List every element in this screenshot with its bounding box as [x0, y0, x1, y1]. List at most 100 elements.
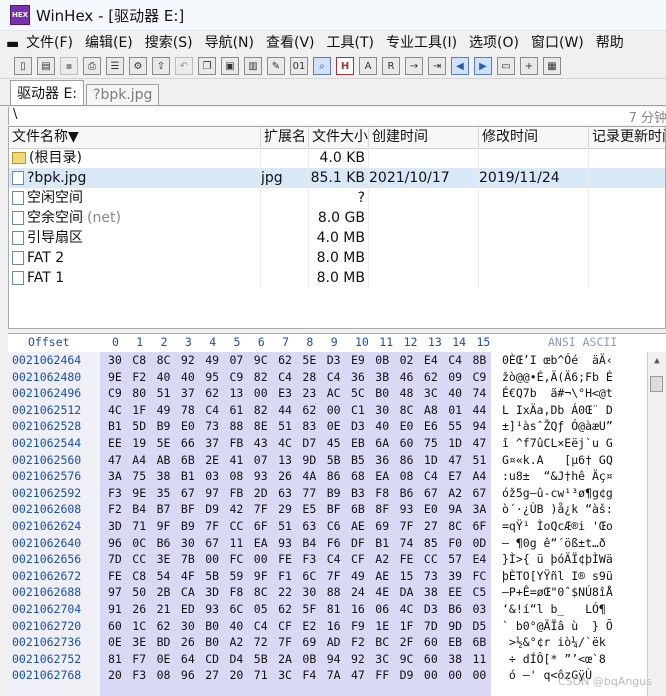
hex-byte[interactable]: B1: [108, 418, 122, 434]
hex-byte[interactable]: 7B: [181, 551, 195, 567]
hex-byte[interactable]: 27: [205, 667, 219, 683]
hex-byte[interactable]: 40: [448, 385, 462, 401]
hex-byte[interactable]: 48: [400, 385, 414, 401]
hex-byte[interactable]: 5C: [351, 385, 365, 401]
hex-byte[interactable]: F9: [351, 618, 365, 634]
hex-byte[interactable]: 9A: [448, 501, 462, 517]
hex-byte[interactable]: 94: [327, 651, 341, 667]
undo-icon[interactable]: ↶: [175, 57, 193, 75]
paste-icon[interactable]: ▣: [221, 57, 239, 75]
hex-byte[interactable]: 82: [254, 369, 268, 385]
hex-byte[interactable]: 9D: [302, 452, 316, 468]
hex-byte[interactable]: 20: [230, 667, 244, 683]
hex-byte[interactable]: 2D: [254, 485, 268, 501]
open-file-icon[interactable]: ▤: [37, 57, 55, 75]
hex-byte[interactable]: 1C: [132, 618, 146, 634]
hex-byte[interactable]: E4: [473, 551, 487, 567]
column-record-updated[interactable]: 记录更新时间: [589, 127, 665, 148]
hex-byte[interactable]: F4: [302, 667, 316, 683]
export-icon[interactable]: ⇪: [152, 57, 170, 75]
hex-byte[interactable]: 02: [400, 352, 414, 368]
hex-byte[interactable]: 16: [327, 618, 341, 634]
replace-text-icon[interactable]: A: [359, 57, 377, 75]
hex-byte[interactable]: 51: [278, 518, 292, 534]
scroll-up-icon[interactable]: ▲: [648, 352, 666, 370]
hex-byte[interactable]: 00: [254, 385, 268, 401]
hex-byte[interactable]: B5: [351, 452, 365, 468]
hex-byte[interactable]: FB: [230, 435, 244, 451]
hex-byte[interactable]: C4: [448, 352, 462, 368]
hex-byte[interactable]: 5E: [302, 352, 316, 368]
copy-icon[interactable]: ❐: [198, 57, 216, 75]
hex-byte[interactable]: CC: [424, 551, 438, 567]
new-file-icon[interactable]: ▯: [14, 57, 32, 75]
ram-icon[interactable]: ▦: [543, 57, 561, 75]
binary-icon[interactable]: 01: [290, 57, 308, 75]
hex-byte[interactable]: 00: [254, 551, 268, 567]
hex-byte[interactable]: 1D: [448, 435, 462, 451]
hex-byte[interactable]: 26: [181, 634, 195, 650]
hex-byte[interactable]: ED: [181, 601, 195, 617]
hex-byte[interactable]: 62: [157, 618, 171, 634]
hex-byte[interactable]: DF: [351, 535, 365, 551]
hex-byte[interactable]: 49: [205, 352, 219, 368]
hex-byte[interactable]: 86: [400, 452, 414, 468]
file-row[interactable]: FAT 2 8.0 MB: [9, 248, 665, 268]
disk-icon[interactable]: ▭: [497, 57, 515, 75]
hex-byte[interactable]: 62: [424, 369, 438, 385]
hex-byte[interactable]: 43: [254, 435, 268, 451]
hex-byte[interactable]: D7: [302, 435, 316, 451]
hex-byte[interactable]: 05: [254, 601, 268, 617]
hex-byte[interactable]: 78: [181, 402, 195, 418]
hex-byte[interactable]: 47: [108, 452, 122, 468]
hex-byte[interactable]: C9: [108, 385, 122, 401]
hex-byte[interactable]: 28: [302, 369, 316, 385]
ascii-text[interactable]: }Ì>{ ü þóÄÏ¢þÌWä: [502, 551, 613, 567]
ascii-text[interactable]: :u8± “&J†hê Äç¤: [502, 468, 613, 484]
hex-byte[interactable]: 00: [473, 667, 487, 683]
hex-byte[interactable]: 3C: [278, 667, 292, 683]
hex-byte[interactable]: 7D: [108, 551, 122, 567]
hex-byte[interactable]: B0: [375, 385, 389, 401]
hex-byte[interactable]: 4C: [108, 402, 122, 418]
hex-byte[interactable]: F3: [108, 485, 122, 501]
hex-byte[interactable]: 8E: [254, 418, 268, 434]
hex-byte[interactable]: B1: [375, 535, 389, 551]
hex-byte[interactable]: 96: [108, 535, 122, 551]
hex-byte[interactable]: C4: [327, 551, 341, 567]
goto-sector-icon[interactable]: ⇥: [428, 57, 446, 75]
column-created[interactable]: 创建时间: [369, 127, 479, 148]
hex-byte[interactable]: 00: [327, 402, 341, 418]
hex-byte[interactable]: 19: [132, 435, 146, 451]
hex-byte[interactable]: 26: [278, 468, 292, 484]
forward-arrow-icon[interactable]: ▶: [474, 57, 492, 75]
hex-byte[interactable]: 30: [302, 584, 316, 600]
hex-byte[interactable]: 4C: [400, 601, 414, 617]
hex-byte[interactable]: 07: [230, 352, 244, 368]
hex-byte[interactable]: FE: [108, 568, 122, 584]
hex-byte[interactable]: 50: [132, 584, 146, 600]
hex-byte[interactable]: 6C: [230, 601, 244, 617]
hex-byte[interactable]: C6: [327, 518, 341, 534]
hex-vertical-scrollbar[interactable]: ▲: [647, 352, 666, 696]
hex-byte[interactable]: 16: [351, 601, 365, 617]
hex-byte[interactable]: AB: [157, 452, 171, 468]
ascii-text[interactable]: É€Q7b ã#¬\°H<@t: [502, 385, 613, 401]
hex-byte[interactable]: D4: [230, 651, 244, 667]
hex-byte[interactable]: FF: [375, 667, 389, 683]
hex-byte[interactable]: 11: [473, 651, 487, 667]
hex-byte[interactable]: F6: [327, 535, 341, 551]
hex-byte[interactable]: 91: [108, 601, 122, 617]
hex-byte[interactable]: 3C: [424, 385, 438, 401]
ascii-text[interactable]: þÈTO[YŸñl I® s9ü: [502, 568, 613, 584]
hex-byte[interactable]: C4: [205, 402, 219, 418]
hex-byte[interactable]: 54: [157, 568, 171, 584]
write-icon[interactable]: ✎: [267, 57, 285, 75]
hex-byte[interactable]: B0: [205, 634, 219, 650]
file-row[interactable]: FAT 1 8.0 MB: [9, 268, 665, 288]
hex-byte[interactable]: 73: [205, 418, 219, 434]
hex-byte[interactable]: 47: [448, 452, 462, 468]
hex-byte[interactable]: 4E: [375, 584, 389, 600]
menu-item-1[interactable]: 编辑(E): [79, 31, 139, 53]
hex-byte[interactable]: FE: [400, 551, 414, 567]
